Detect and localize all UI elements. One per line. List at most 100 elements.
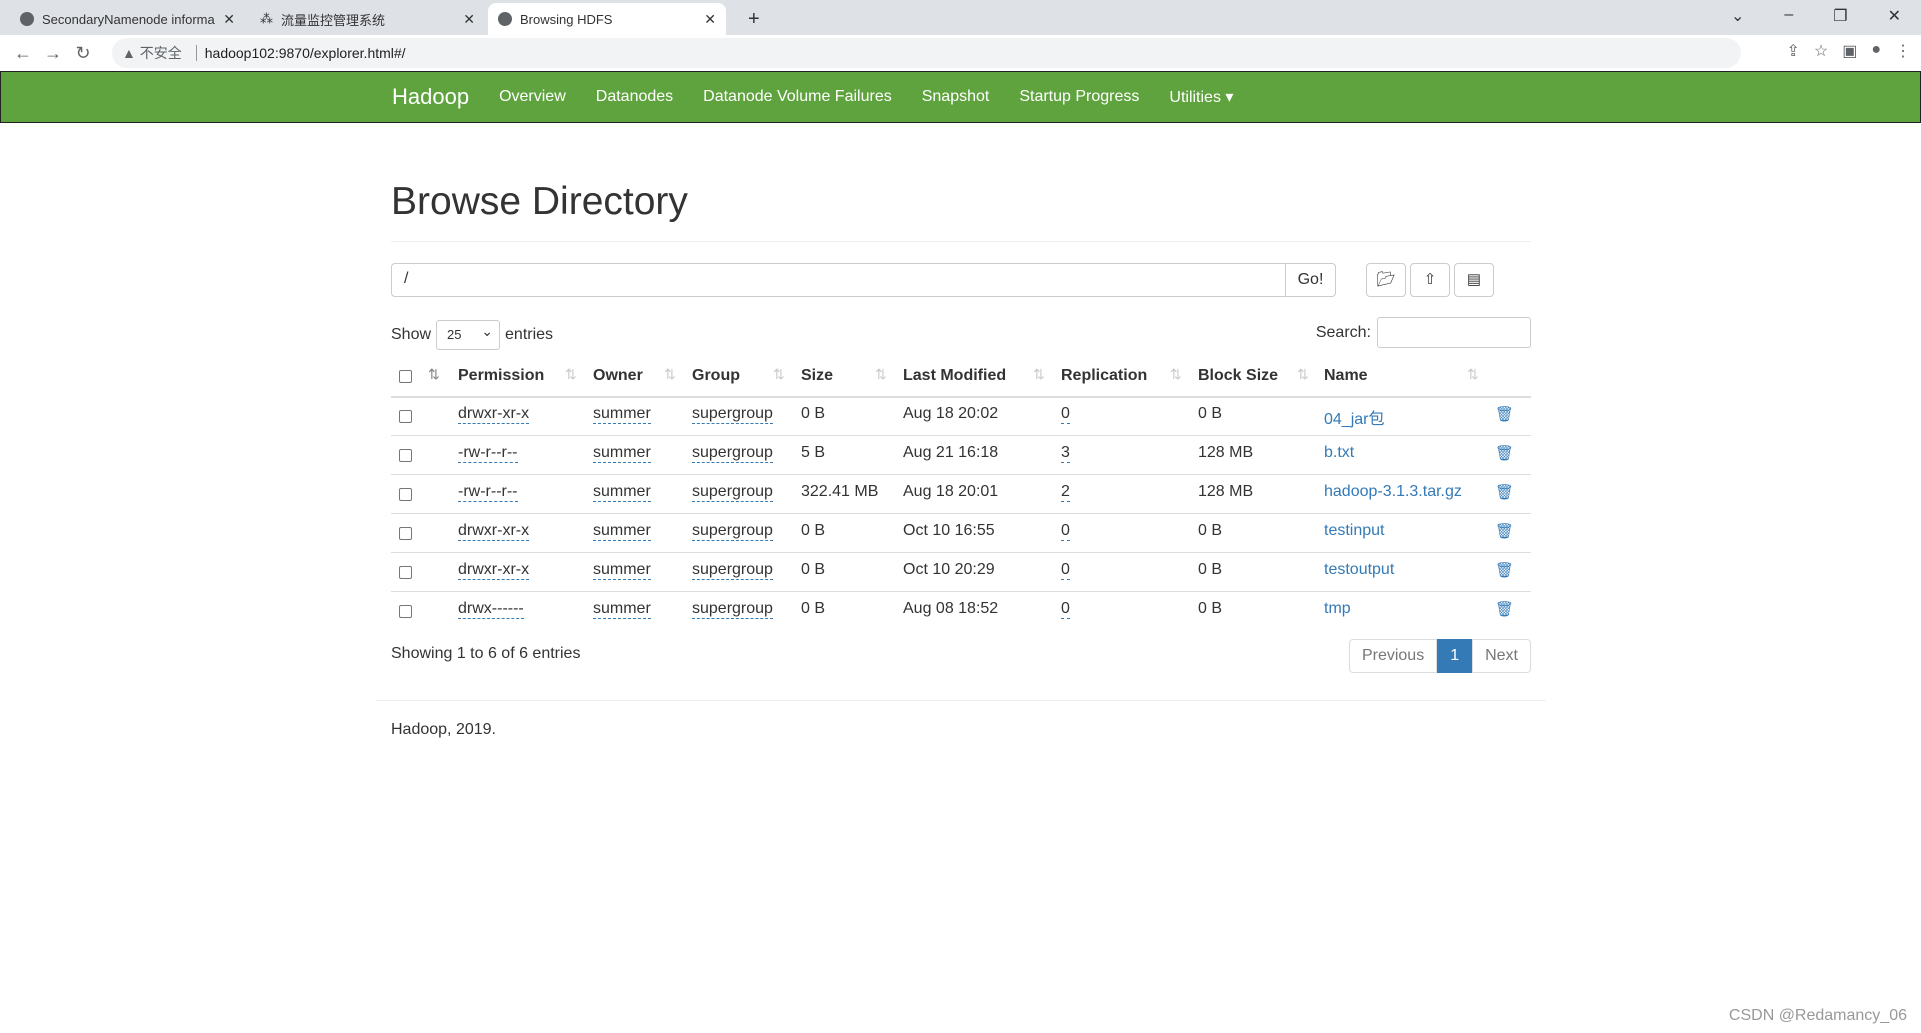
sidepanel-icon[interactable]: ▣ — [1842, 41, 1857, 61]
cell-permission[interactable]: -rw-r--r-- — [458, 483, 518, 502]
cell-name[interactable]: b.txt — [1324, 444, 1354, 462]
sort-icon[interactable]: ⇅ — [773, 366, 785, 383]
cell-name[interactable]: 04_jar包 — [1324, 405, 1384, 429]
row-checkbox[interactable] — [399, 410, 412, 423]
create-directory-button[interactable]: 📂︎ — [1366, 263, 1406, 297]
cell-group[interactable]: supergroup — [692, 444, 773, 463]
browser-tab[interactable]: SecondaryNamenode informa ✕ — [10, 3, 245, 35]
sort-icon[interactable]: ⇅ — [565, 366, 577, 383]
upload-icon: ⇧ — [1423, 271, 1437, 288]
nav-snapshot[interactable]: Snapshot — [922, 88, 990, 106]
browser-tab[interactable]: ⁂ 流量监控管理系统 ✕ — [250, 3, 485, 35]
cell-replication[interactable]: 2 — [1061, 483, 1070, 502]
path-input[interactable]: / — [391, 263, 1286, 297]
entries-select[interactable]: 25 — [436, 320, 501, 350]
share-icon[interactable]: ⇪ — [1786, 41, 1799, 61]
back-icon[interactable]: ← — [8, 43, 38, 64]
cell-group[interactable]: supergroup — [692, 483, 773, 502]
header-size[interactable]: Size — [801, 367, 833, 385]
upload-button[interactable]: ⇧ — [1410, 263, 1450, 297]
header-group[interactable]: Group — [692, 367, 740, 385]
cell-owner[interactable]: summer — [593, 600, 651, 619]
cell-owner[interactable]: summer — [593, 561, 651, 580]
browser-tab-active[interactable]: Browsing HDFS ✕ — [488, 3, 726, 35]
tab-search-icon[interactable]: ⌄ — [1731, 6, 1744, 26]
close-icon[interactable]: ✕ — [463, 11, 475, 28]
sort-icon[interactable]: ⇅ — [1170, 366, 1182, 383]
cell-name[interactable]: tmp — [1324, 600, 1351, 618]
cell-owner[interactable]: summer — [593, 444, 651, 463]
header-name[interactable]: Name — [1324, 367, 1368, 385]
nav-volume-failures[interactable]: Datanode Volume Failures — [703, 88, 892, 106]
sort-icon[interactable]: ⇅ — [1297, 366, 1309, 383]
header-owner[interactable]: Owner — [593, 367, 643, 385]
forward-icon[interactable]: → — [38, 43, 68, 64]
cell-name[interactable]: testinput — [1324, 522, 1384, 540]
trash-icon[interactable]: 🗑︎ — [1495, 600, 1514, 618]
sort-icon[interactable]: ⇅ — [875, 366, 887, 383]
next-button[interactable]: Next — [1472, 639, 1531, 673]
cell-group[interactable]: supergroup — [692, 522, 773, 541]
nav-datanodes[interactable]: Datanodes — [596, 88, 673, 106]
previous-button[interactable]: Previous — [1348, 639, 1438, 673]
menu-icon[interactable]: ⋮ — [1895, 41, 1911, 61]
address-bar[interactable]: ▲ 不安全 hadoop102:9870/explorer.html#/ — [112, 38, 1741, 68]
profile-icon[interactable]: ● — [1871, 41, 1881, 61]
trash-icon[interactable]: 🗑︎ — [1495, 483, 1514, 501]
trash-icon[interactable]: 🗑︎ — [1495, 444, 1514, 462]
cell-permission[interactable]: drwx------ — [458, 600, 524, 619]
header-replication[interactable]: Replication — [1061, 367, 1147, 385]
cell-group[interactable]: supergroup — [692, 600, 773, 619]
trash-icon[interactable]: 🗑︎ — [1495, 522, 1514, 540]
cell-name[interactable]: testoutput — [1324, 561, 1394, 579]
cell-permission[interactable]: drwxr-xr-x — [458, 405, 530, 424]
cell-permission[interactable]: drwxr-xr-x — [458, 522, 530, 541]
page-1-button[interactable]: 1 — [1437, 639, 1473, 673]
header-last-modified[interactable]: Last Modified — [903, 367, 1006, 385]
star-icon[interactable]: ☆ — [1814, 41, 1828, 61]
cell-name[interactable]: hadoop-3.1.3.tar.gz — [1324, 483, 1462, 501]
row-checkbox[interactable] — [399, 449, 412, 462]
close-icon[interactable]: ✕ — [223, 11, 235, 28]
cell-owner[interactable]: summer — [593, 483, 651, 502]
nav-utilities[interactable]: Utilities ▾ — [1169, 87, 1233, 107]
sort-icon[interactable]: ⇅ — [664, 366, 676, 383]
header-permission[interactable]: Permission — [458, 367, 544, 385]
cell-replication[interactable]: 3 — [1061, 444, 1070, 463]
cell-replication[interactable]: 0 — [1061, 561, 1070, 580]
sort-icon[interactable]: ⇅ — [1467, 366, 1479, 383]
cell-last-modified: Aug 18 20:02 — [903, 405, 999, 422]
minimize-icon[interactable]: – — [1784, 6, 1793, 26]
sort-icon[interactable]: ⇅ — [1033, 366, 1045, 383]
cell-last-modified: Aug 08 18:52 — [903, 600, 999, 617]
cell-group[interactable]: supergroup — [692, 561, 773, 580]
row-checkbox[interactable] — [399, 488, 412, 501]
sort-icon[interactable]: ⇅ — [428, 366, 440, 383]
go-button[interactable]: Go! — [1285, 263, 1336, 297]
search-input[interactable] — [1377, 317, 1531, 348]
cell-permission[interactable]: drwxr-xr-x — [458, 561, 530, 580]
cut-paste-button[interactable]: ▤ — [1454, 263, 1494, 297]
close-icon[interactable]: ✕ — [704, 11, 716, 28]
cell-permission[interactable]: -rw-r--r-- — [458, 444, 518, 463]
nav-startup-progress[interactable]: Startup Progress — [1019, 88, 1139, 106]
row-checkbox[interactable] — [399, 527, 412, 540]
reload-icon[interactable]: ↻ — [68, 43, 98, 64]
cell-group[interactable]: supergroup — [692, 405, 773, 424]
close-window-icon[interactable]: ✕ — [1888, 6, 1901, 26]
cell-replication[interactable]: 0 — [1061, 405, 1070, 424]
cell-replication[interactable]: 0 — [1061, 522, 1070, 541]
row-checkbox[interactable] — [399, 566, 412, 579]
header-block-size[interactable]: Block Size — [1198, 367, 1278, 385]
nav-overview[interactable]: Overview — [499, 88, 566, 106]
trash-icon[interactable]: 🗑︎ — [1495, 405, 1514, 423]
select-all-checkbox[interactable] — [399, 370, 412, 383]
cell-replication[interactable]: 0 — [1061, 600, 1070, 619]
cell-owner[interactable]: summer — [593, 522, 651, 541]
new-tab-button[interactable]: + — [738, 3, 770, 35]
brand[interactable]: Hadoop — [392, 84, 469, 110]
row-checkbox[interactable] — [399, 605, 412, 618]
cell-owner[interactable]: summer — [593, 405, 651, 424]
trash-icon[interactable]: 🗑︎ — [1495, 561, 1514, 579]
restore-icon[interactable]: ❐ — [1833, 6, 1847, 26]
